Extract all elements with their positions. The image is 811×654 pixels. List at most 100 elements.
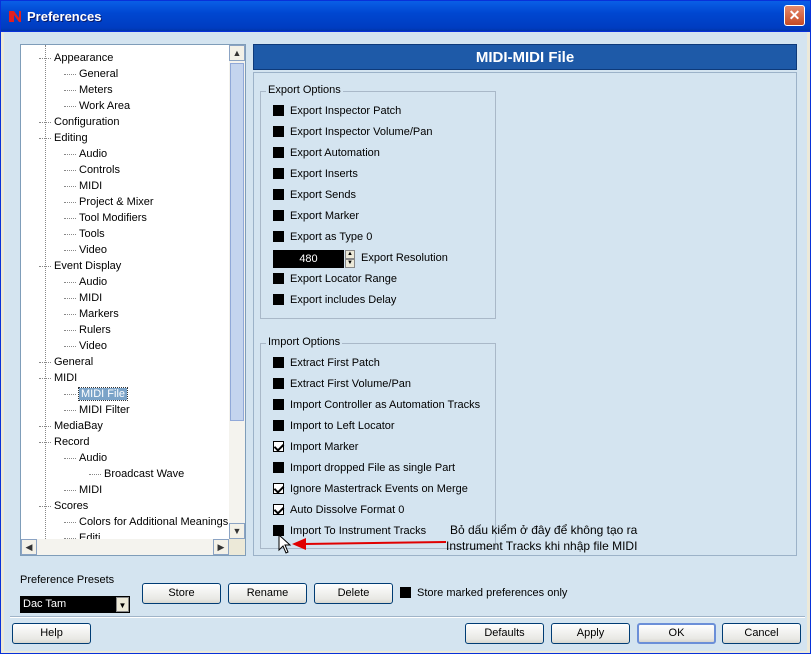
checkbox-icon[interactable] bbox=[273, 272, 284, 284]
checked-checkbox-icon[interactable] bbox=[273, 440, 284, 452]
checkbox-icon[interactable] bbox=[273, 188, 284, 200]
tree-item[interactable]: General bbox=[39, 354, 93, 370]
store-marked-checkbox[interactable]: Store marked preferences only bbox=[400, 586, 567, 599]
export-resolution-spinner[interactable]: 480 ▲ ▼ bbox=[273, 250, 355, 268]
tree-item[interactable]: Meters bbox=[64, 82, 113, 98]
tree-vertical-scrollbar[interactable]: ▲ ▼ bbox=[229, 45, 245, 539]
tree-item[interactable]: MIDI bbox=[64, 290, 102, 306]
option-checkbox[interactable]: Export Automation bbox=[273, 146, 380, 163]
ok-button[interactable]: OK bbox=[637, 623, 716, 644]
tree-item[interactable]: Project & Mixer bbox=[64, 194, 154, 210]
tree-item[interactable]: MIDI File bbox=[64, 386, 128, 402]
tree-item[interactable]: Record bbox=[39, 434, 89, 450]
option-checkbox[interactable]: Extract First Volume/Pan bbox=[273, 377, 412, 394]
checkbox-icon[interactable] bbox=[400, 586, 411, 598]
checkbox-icon[interactable] bbox=[273, 398, 284, 410]
checkbox-icon[interactable] bbox=[273, 419, 284, 431]
option-checkbox[interactable]: Auto Dissolve Format 0 bbox=[273, 503, 404, 520]
tree-item[interactable]: General bbox=[64, 66, 118, 82]
option-label: Extract First Volume/Pan bbox=[290, 378, 412, 390]
option-checkbox[interactable]: Import to Left Locator bbox=[273, 419, 395, 436]
help-button[interactable]: Help bbox=[12, 623, 91, 644]
checkbox-icon[interactable] bbox=[273, 230, 284, 242]
checkbox-icon[interactable] bbox=[273, 167, 284, 179]
tree-item[interactable]: Tools bbox=[64, 226, 105, 242]
option-checkbox[interactable]: Export Locator Range bbox=[273, 272, 397, 289]
spin-down-icon[interactable]: ▼ bbox=[345, 259, 355, 268]
tree-connector bbox=[89, 473, 101, 475]
tree-item[interactable]: Editing bbox=[39, 130, 88, 146]
option-label: Import Controller as Automation Tracks bbox=[290, 399, 481, 411]
tree-item-label: Appearance bbox=[54, 52, 114, 64]
tree-item[interactable]: MIDI Filter bbox=[64, 402, 130, 418]
tree-item[interactable]: Audio bbox=[64, 274, 107, 290]
checked-checkbox-icon[interactable] bbox=[273, 503, 284, 515]
checkbox-icon[interactable] bbox=[273, 356, 284, 368]
checkbox-icon[interactable] bbox=[273, 146, 284, 158]
close-button[interactable]: ✕ bbox=[784, 5, 805, 26]
tree-item-label: MIDI bbox=[79, 484, 103, 496]
tree-item[interactable]: Controls bbox=[64, 162, 120, 178]
tree-item[interactable]: Editi... bbox=[64, 530, 110, 539]
option-checkbox[interactable]: Extract First Patch bbox=[273, 356, 380, 373]
store-button[interactable]: Store bbox=[142, 583, 221, 604]
tree-item[interactable]: Work Area bbox=[64, 98, 130, 114]
tree-item[interactable]: Configuration bbox=[39, 114, 119, 130]
cancel-button[interactable]: Cancel bbox=[722, 623, 801, 644]
delete-button[interactable]: Delete bbox=[314, 583, 393, 604]
annotation-line-1: Bỏ dấu kiểm ở đây để không tạo ra bbox=[450, 523, 638, 537]
tree-item[interactable]: Broadcast Wave bbox=[89, 466, 184, 482]
scroll-thumb[interactable] bbox=[230, 63, 244, 421]
option-checkbox[interactable]: Ignore Mastertrack Events on Merge bbox=[273, 482, 468, 499]
tree-guide-line bbox=[45, 45, 46, 539]
option-checkbox[interactable]: Export Marker bbox=[273, 209, 359, 226]
tree-item[interactable]: Audio bbox=[64, 450, 107, 466]
option-checkbox[interactable]: Export includes Delay bbox=[273, 293, 396, 310]
tree-item[interactable]: MediaBay bbox=[39, 418, 103, 434]
presets-dropdown[interactable]: Dac Tam ▼ bbox=[20, 596, 130, 613]
option-checkbox[interactable]: Export Inserts bbox=[273, 167, 358, 184]
scroll-down-icon[interactable]: ▼ bbox=[229, 523, 245, 539]
scroll-left-icon[interactable]: ◀ bbox=[21, 539, 37, 555]
tree-item[interactable]: MIDI bbox=[64, 482, 102, 498]
tree-item[interactable]: Scores bbox=[39, 498, 88, 514]
checkbox-icon[interactable] bbox=[273, 125, 284, 137]
checkbox-icon[interactable] bbox=[273, 461, 284, 473]
option-checkbox[interactable]: Export Sends bbox=[273, 188, 356, 205]
rename-button[interactable]: Rename bbox=[228, 583, 307, 604]
scroll-up-icon[interactable]: ▲ bbox=[229, 45, 245, 61]
checkbox-icon[interactable] bbox=[273, 104, 284, 116]
tree-item[interactable]: MIDI bbox=[64, 178, 102, 194]
option-checkbox[interactable]: Import Controller as Automation Tracks bbox=[273, 398, 481, 415]
window-title: Preferences bbox=[27, 9, 102, 24]
tree-item[interactable]: Video bbox=[64, 338, 107, 354]
option-checkbox[interactable]: Export Inspector Patch bbox=[273, 104, 401, 121]
spin-up-icon[interactable]: ▲ bbox=[345, 250, 355, 259]
export-resolution-value[interactable]: 480 bbox=[273, 250, 344, 268]
tree-item[interactable]: Audio bbox=[64, 146, 107, 162]
tree-horizontal-scrollbar[interactable]: ◀ ▶ bbox=[21, 539, 229, 555]
option-checkbox[interactable]: Import Marker bbox=[273, 440, 358, 457]
title-bar[interactable]: Preferences ✕ bbox=[1, 1, 810, 32]
tree-item[interactable]: Video bbox=[64, 242, 107, 258]
tree-connector bbox=[64, 169, 76, 171]
checked-checkbox-icon[interactable] bbox=[273, 482, 284, 494]
tree-item[interactable]: Event Display bbox=[39, 258, 121, 274]
scroll-right-icon[interactable]: ▶ bbox=[213, 539, 229, 555]
tree-item[interactable]: Markers bbox=[64, 306, 119, 322]
tree-item[interactable]: Rulers bbox=[64, 322, 111, 338]
chevron-down-icon[interactable]: ▼ bbox=[116, 597, 129, 612]
tree-item[interactable]: Colors for Additional Meanings bbox=[64, 514, 228, 530]
midi-file-panel: Export Options Export Inspector Patch Exp… bbox=[253, 72, 797, 556]
apply-button[interactable]: Apply bbox=[551, 623, 630, 644]
checkbox-icon[interactable] bbox=[273, 209, 284, 221]
option-checkbox[interactable]: Export Inspector Volume/Pan bbox=[273, 125, 432, 142]
defaults-button[interactable]: Defaults bbox=[465, 623, 544, 644]
checkbox-icon[interactable] bbox=[273, 293, 284, 305]
tree-item[interactable]: Appearance bbox=[39, 50, 113, 66]
option-checkbox[interactable]: Export as Type 0 bbox=[273, 230, 372, 247]
export-options-title: Export Options bbox=[266, 84, 343, 96]
option-checkbox[interactable]: Import dropped File as single Part bbox=[273, 461, 455, 478]
checkbox-icon[interactable] bbox=[273, 377, 284, 389]
tree-item[interactable]: Tool Modifiers bbox=[64, 210, 147, 226]
